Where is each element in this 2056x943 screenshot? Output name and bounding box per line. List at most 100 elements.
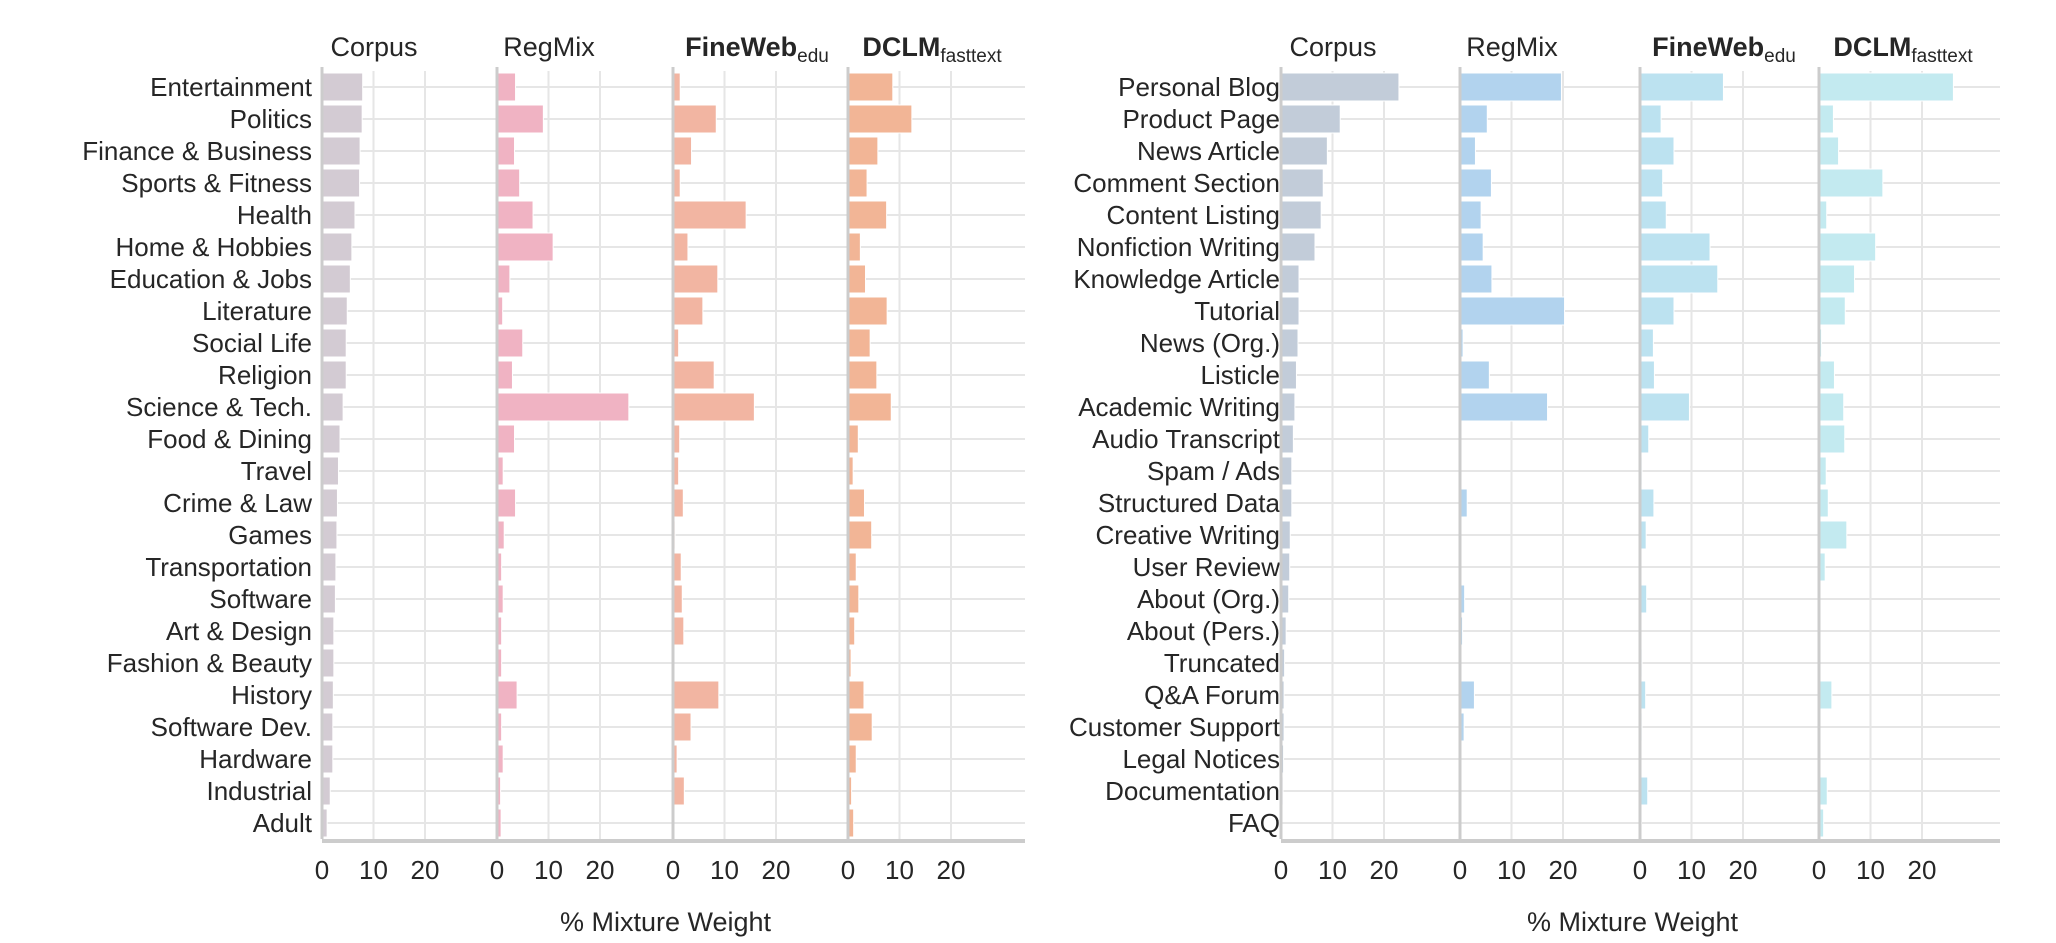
bar — [1819, 361, 1834, 389]
bar — [1640, 233, 1710, 261]
bar — [322, 425, 340, 453]
category-label: FAQ — [1228, 808, 1280, 838]
bar — [322, 169, 360, 197]
panel-title-main: DCLM — [1833, 32, 1911, 62]
x-tick-label: 0 — [490, 855, 504, 885]
category-label: Creative Writing — [1096, 520, 1280, 550]
category-label: Social Life — [192, 328, 312, 358]
x-axis-label: % Mixture Weight — [560, 907, 772, 937]
bar — [322, 265, 350, 293]
category-label: Q&A Forum — [1144, 680, 1280, 710]
bar — [497, 233, 553, 261]
bar — [322, 297, 347, 325]
x-tick-label: 20 — [1549, 855, 1578, 885]
bar — [497, 265, 510, 293]
bar — [1281, 169, 1323, 197]
bar — [322, 393, 343, 421]
x-tick-label: 0 — [841, 855, 855, 885]
bar — [1281, 457, 1292, 485]
category-label: About (Pers.) — [1127, 616, 1280, 646]
category-label: Religion — [218, 360, 312, 390]
panel-title-main: FineWeb — [685, 32, 797, 62]
panel-fineweb-edu: 0 10 20 FineWebedu — [1633, 32, 1796, 885]
panel-regmix: 01020RegMix — [490, 32, 629, 885]
bar — [673, 361, 714, 389]
bar — [673, 393, 754, 421]
category-label: Adult — [253, 808, 313, 838]
x-tick-label: 0 — [1633, 855, 1647, 885]
category-label: Science & Tech. — [126, 392, 312, 422]
category-label: News (Org.) — [1140, 328, 1280, 358]
category-label: Personal Blog — [1118, 72, 1280, 102]
bar — [497, 393, 629, 421]
category-label: Transportation — [145, 552, 312, 582]
bar — [848, 73, 893, 101]
bar — [1281, 297, 1299, 325]
x-tick-label: 10 — [1318, 855, 1347, 885]
x-axis-label: % Mixture Weight — [1527, 907, 1739, 937]
panel-title: Corpus — [330, 32, 417, 62]
x-tick-label: 20 — [1729, 855, 1758, 885]
panel-title-main: FineWeb — [1652, 32, 1764, 62]
bar — [848, 201, 887, 229]
panel-title: Corpus — [1289, 32, 1376, 62]
bar — [322, 617, 334, 645]
category-label: History — [231, 680, 312, 710]
panel-title: RegMix — [1466, 32, 1558, 62]
panel-fineweb-edu: 0 10 20 FineWebedu — [666, 32, 829, 885]
bar — [1460, 297, 1565, 325]
bar — [322, 553, 336, 581]
panel-title: DCLMfasttext — [1833, 32, 1973, 67]
bar — [322, 521, 337, 549]
category-label: Art & Design — [166, 616, 312, 646]
x-tick-label: 10 — [1677, 855, 1706, 885]
panel-title: DCLMfasttext — [862, 32, 1002, 67]
panel-corpus: 01020Corpus — [315, 32, 440, 885]
category-label: Travel — [241, 456, 312, 486]
bar — [848, 585, 859, 613]
x-tick-label: 10 — [710, 855, 739, 885]
x-tick-label: 20 — [586, 855, 615, 885]
bar — [1460, 169, 1491, 197]
bar — [1460, 73, 1561, 101]
x-tick-label: 10 — [1856, 855, 1885, 885]
panel-title-main: RegMix — [1466, 32, 1558, 62]
category-label: About (Org.) — [1137, 584, 1280, 614]
bar — [673, 713, 691, 741]
panel-regmix: 01020RegMix — [1453, 32, 1578, 885]
category-label: Listicle — [1201, 360, 1280, 390]
x-tick-label: 20 — [411, 855, 440, 885]
panel-title: FineWebedu — [1652, 32, 1796, 67]
category-label: Health — [237, 200, 312, 230]
category-label: Crime & Law — [163, 488, 312, 518]
panel-title: RegMix — [503, 32, 595, 62]
bar — [1640, 201, 1666, 229]
x-tick-label: 20 — [937, 855, 966, 885]
bar — [1281, 393, 1295, 421]
category-label: Truncated — [1164, 648, 1280, 678]
bar — [1281, 265, 1299, 293]
bar — [322, 681, 333, 709]
x-tick-label: 20 — [762, 855, 791, 885]
category-label: Spam / Ads — [1147, 456, 1280, 486]
bar — [848, 361, 877, 389]
panel-title-subscript: edu — [797, 46, 829, 67]
x-tick-label: 10 — [1497, 855, 1526, 885]
bar — [1460, 361, 1489, 389]
bar — [673, 201, 746, 229]
bar — [322, 649, 334, 677]
bar — [322, 233, 352, 261]
bar — [1819, 105, 1833, 133]
bar — [848, 681, 864, 709]
category-label: Sports & Fitness — [121, 168, 312, 198]
bar — [1281, 137, 1327, 165]
category-label: Structured Data — [1098, 488, 1281, 518]
category-label: Customer Support — [1069, 712, 1281, 742]
bar — [1281, 425, 1293, 453]
bar — [1281, 489, 1292, 517]
x-tick-label: 0 — [666, 855, 680, 885]
bar — [1460, 393, 1548, 421]
panel-dclm-fasttext: 01020DCLMfasttext — [841, 32, 1003, 885]
bar — [1819, 169, 1883, 197]
category-label: Literature — [202, 296, 312, 326]
